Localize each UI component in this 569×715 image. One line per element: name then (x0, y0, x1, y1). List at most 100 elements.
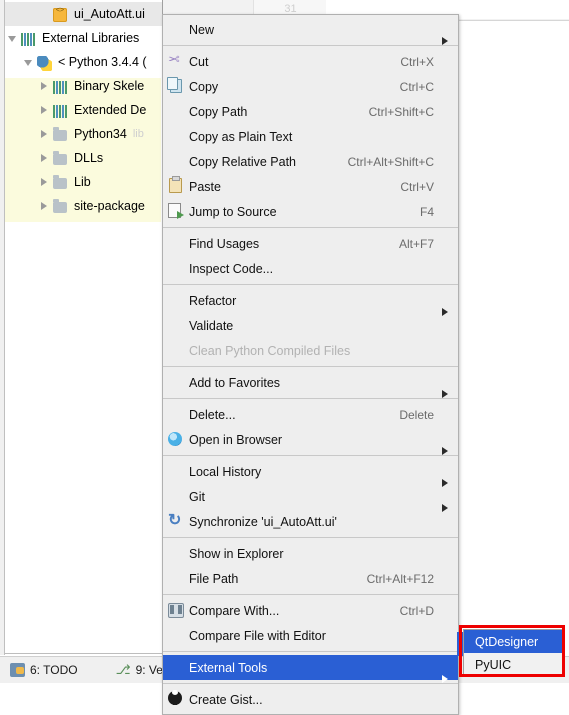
ui-file-icon (53, 6, 70, 23)
menu-item-label: Compare With... (189, 603, 280, 618)
menu-item-label: Compare File with Editor (189, 628, 326, 643)
folder-icon (53, 126, 70, 143)
chevron-down-icon[interactable] (21, 50, 37, 74)
menu-item-new[interactable]: New (163, 17, 458, 45)
tree-item-external-libraries[interactable]: External Libraries (5, 26, 162, 50)
menu-separator (163, 398, 458, 399)
menu-item-copy-path[interactable]: Copy Path Ctrl+Shift+C (163, 99, 458, 124)
tree-item-label: ui_AutoAtt.ui (74, 7, 145, 21)
menu-item-clean-python-compiled-files: Clean Python Compiled Files (163, 338, 458, 363)
menu-item-inspect-code[interactable]: Inspect Code... (163, 256, 458, 281)
chevron-down-icon[interactable] (5, 26, 21, 50)
version-control-icon: ⎇ (115, 662, 131, 677)
tree-item-label: DLLs (74, 151, 104, 165)
copy-icon (163, 74, 189, 99)
menu-item-add-to-favorites[interactable]: Add to Favorites (163, 370, 458, 398)
menu-item-shortcut: Ctrl+D (399, 603, 434, 618)
menu-separator (163, 455, 458, 456)
menu-item-paste[interactable]: Paste Ctrl+V (163, 174, 458, 199)
menu-item-synchronize-ui-autoatt-ui[interactable]: Synchronize 'ui_AutoAtt.ui' (163, 509, 458, 534)
python-icon (37, 54, 54, 71)
menu-item-label: Copy Relative Path (189, 154, 297, 169)
menu-item-label: Create Gist... (189, 692, 263, 707)
tree-item-site-package[interactable]: site-package (5, 194, 162, 218)
compare-icon (163, 598, 189, 623)
tree-item-label: Lib (74, 175, 91, 189)
menu-icon-placeholder (163, 149, 189, 174)
chevron-right-icon[interactable] (37, 74, 53, 98)
submenu-item-pyuic[interactable]: PyUIC (464, 653, 562, 676)
menu-item-compare-file-with-editor[interactable]: Compare File with Editor (163, 623, 458, 648)
folder-icon (53, 150, 70, 167)
tree-indent-spacer (21, 74, 37, 98)
menu-item-refactor[interactable]: Refactor (163, 288, 458, 316)
chevron-right-icon[interactable] (37, 194, 53, 218)
menu-separator (163, 683, 458, 684)
menu-item-file-path[interactable]: File Path Ctrl+Alt+F12 (163, 566, 458, 591)
menu-item-copy[interactable]: Copy Ctrl+C (163, 74, 458, 99)
menu-item-local-history[interactable]: Local History (163, 459, 458, 487)
paste-icon (163, 174, 189, 199)
tree-item-python-3-4-4[interactable]: < Python 3.4.4 ( (5, 50, 162, 74)
external-tools-submenu[interactable]: QtDesigner PyUIC (463, 629, 563, 677)
menu-item-cut[interactable]: Cut Ctrl+X (163, 49, 458, 74)
status-bar-item-6-todo[interactable]: 6: TODO (10, 663, 78, 677)
menu-item-shortcut: Ctrl+V (400, 179, 434, 194)
menu-item-shortcut: Alt+F7 (398, 236, 434, 251)
menu-icon-placeholder (163, 231, 189, 256)
chevron-right-icon[interactable] (37, 146, 53, 170)
tree-indent-spacer (21, 170, 37, 194)
menu-item-create-gist[interactable]: Create Gist... (163, 687, 458, 712)
menu-item-jump-to-source[interactable]: Jump to Source F4 (163, 199, 458, 224)
menu-item-open-in-browser[interactable]: Open in Browser (163, 427, 458, 455)
chevron-right-icon[interactable] (37, 98, 53, 122)
tree-arrow-placeholder (37, 2, 53, 26)
menu-item-copy-relative-path[interactable]: Copy Relative Path Ctrl+Alt+Shift+C (163, 149, 458, 174)
menu-item-copy-as-plain-text[interactable]: Copy as Plain Text (163, 124, 458, 149)
menu-item-label: New (189, 22, 215, 37)
menu-item-delete[interactable]: Delete... Delete (163, 402, 458, 427)
folder-icon (53, 198, 70, 215)
menu-item-compare-with[interactable]: Compare With... Ctrl+D (163, 598, 458, 623)
tree-item-python34[interactable]: Python34 lib (5, 122, 162, 146)
menu-icon-placeholder (163, 338, 189, 363)
menu-item-shortcut: Delete (399, 407, 434, 422)
tree-indent-spacer (5, 2, 21, 26)
menu-item-external-tools[interactable]: External Tools (163, 655, 458, 683)
menu-icon-placeholder (163, 484, 189, 509)
chevron-right-icon[interactable] (37, 170, 53, 194)
library-icon (21, 30, 38, 47)
menu-item-git[interactable]: Git (163, 484, 458, 512)
tree-item-dlls[interactable]: DLLs (5, 146, 162, 170)
tree-item-extended-de[interactable]: Extended De (5, 98, 162, 122)
menu-item-show-in-explorer[interactable]: Show in Explorer (163, 541, 458, 566)
menu-item-shortcut: Ctrl+C (399, 79, 434, 94)
tree-indent-spacer (5, 170, 21, 194)
context-menu[interactable]: New Cut Ctrl+X Copy Ctrl+C Copy Path Ctrl+Shif… (162, 14, 459, 715)
tree-item-ui-autoatt-ui[interactable]: ui_AutoAtt.ui (5, 2, 162, 26)
ide-window: 31 ui_AutoAtt.uiExternal Libraries< Pyth… (0, 0, 569, 715)
menu-item-validate[interactable]: Validate (163, 313, 458, 338)
submenu-item-qtdesigner[interactable]: QtDesigner (464, 630, 562, 653)
menu-item-label: Open in Browser (189, 432, 283, 447)
menu-icon-placeholder (163, 370, 189, 395)
tree-indent-spacer (21, 146, 37, 170)
submenu-item-label: PyUIC (475, 657, 512, 672)
menu-item-find-usages[interactable]: Find Usages Alt+F7 (163, 231, 458, 256)
menu-separator (163, 45, 458, 46)
browser-icon (163, 427, 189, 452)
library-icon (53, 102, 70, 119)
cut-icon (163, 49, 189, 74)
menu-item-label: Clean Python Compiled Files (189, 343, 351, 358)
menu-item-label: Local History (189, 464, 262, 479)
menu-item-label: Copy (189, 79, 219, 94)
sync-icon (163, 509, 189, 534)
menu-item-label: Inspect Code... (189, 261, 274, 276)
todo-icon (10, 663, 25, 677)
menu-item-shortcut: Ctrl+X (400, 54, 434, 69)
chevron-right-icon[interactable] (37, 122, 53, 146)
tree-item-label: site-package (74, 199, 145, 213)
tree-item-lib[interactable]: Lib (5, 170, 162, 194)
tree-item-binary-skele[interactable]: Binary Skele (5, 74, 162, 98)
menu-item-label: Cut (189, 54, 209, 69)
